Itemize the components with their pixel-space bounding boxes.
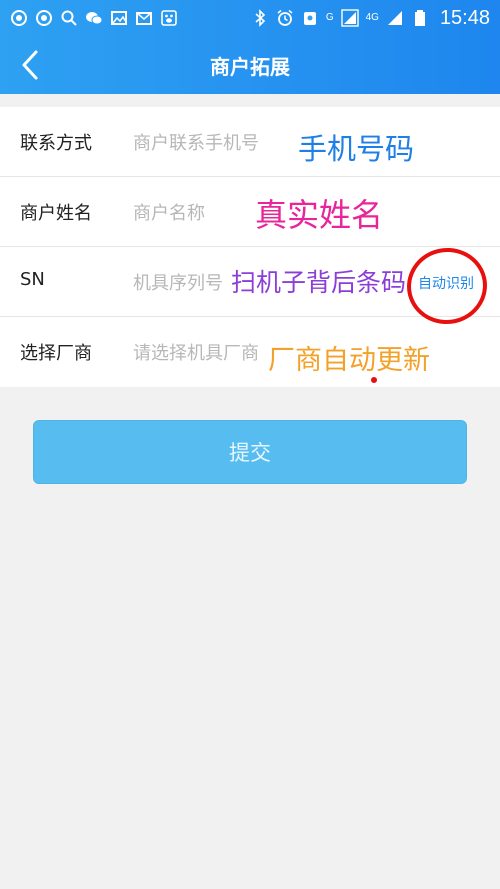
merchant-name-label: 商户姓名 (20, 203, 92, 224)
submit-button[interactable]: 提交 (33, 420, 467, 484)
vendor-label: 选择厂商 (20, 343, 92, 364)
mail-icon (135, 9, 153, 27)
form-row-contact: 联系方式 商户联系手机号 (0, 107, 500, 177)
wechat-icon (85, 9, 103, 27)
annotation-phone: 手机号码 (298, 132, 415, 166)
navigation-bar: 商户拓展 (0, 36, 500, 94)
sn-input[interactable]: 机具序列号 (133, 269, 223, 295)
status-bar: G 4G 15:48 (0, 0, 500, 36)
annotation-name: 真实姓名 (255, 196, 384, 234)
status-right-icons: G 4G 15:48 (251, 7, 490, 30)
image-icon (110, 9, 128, 27)
header-bar: G 4G 15:48 商户拓展 (0, 0, 500, 94)
network-4g-label: 4G (365, 12, 379, 23)
sn-label: SN (20, 269, 45, 290)
search-icon (60, 9, 78, 27)
annotation-dot (371, 377, 377, 383)
annotation-vendor: 厂商自动更新 (268, 345, 430, 376)
chevron-left-icon (22, 50, 38, 80)
notification-icon (35, 9, 53, 27)
signal-icon (340, 9, 359, 27)
signal-icon (386, 9, 404, 27)
back-button[interactable] (14, 48, 46, 82)
status-left-icons (10, 9, 178, 27)
network-type-label: G (325, 12, 334, 23)
paw-icon (160, 9, 178, 27)
page-title: 商户拓展 (210, 54, 290, 79)
merchant-name-input[interactable]: 商户名称 (133, 199, 205, 225)
shield-icon (301, 9, 319, 27)
bluetooth-icon (251, 9, 269, 27)
vendor-select[interactable]: 请选择机具厂商 (133, 339, 259, 365)
contact-label: 联系方式 (20, 133, 92, 154)
battery-icon (411, 9, 429, 27)
contact-phone-input[interactable]: 商户联系手机号 (133, 129, 259, 155)
annotation-sn: 扫机子背后条码 (231, 268, 407, 297)
alarm-icon (276, 9, 294, 27)
form-row-name: 商户姓名 商户名称 (0, 177, 500, 247)
notification-icon (10, 9, 28, 27)
status-time: 15:48 (439, 6, 490, 29)
